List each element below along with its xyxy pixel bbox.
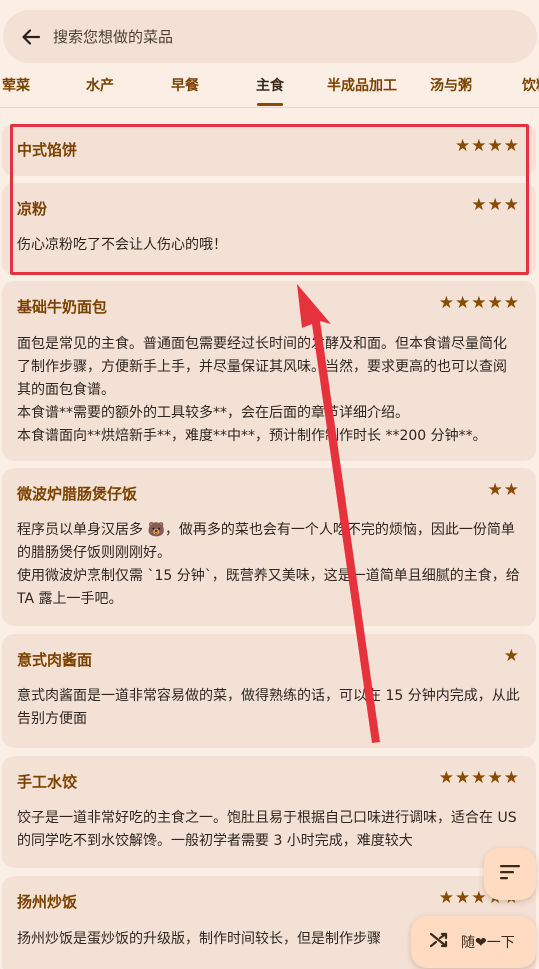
tab-drinks[interactable]: 饮料 bbox=[522, 64, 539, 107]
tab-indicator bbox=[257, 103, 283, 106]
recipe-description: 面包是常见的主食。普通面包需要经过长时间的发酵及和面。但本食谱尽量简化了制作步骤… bbox=[17, 336, 507, 444]
recipe-card[interactable]: 中式馅饼 ★★★★ bbox=[2, 124, 536, 176]
difficulty-stars: ★★★★ bbox=[455, 136, 520, 156]
recipe-title: 中式馅饼 bbox=[17, 141, 78, 159]
category-tabs: 荤菜 水产 早餐 主食 半成品加工 汤与粥 饮料 bbox=[0, 64, 539, 108]
difficulty-stars: ★★★★★ bbox=[438, 293, 520, 313]
shuffle-icon bbox=[429, 931, 449, 953]
recipe-title: 基础牛奶面包 bbox=[17, 298, 108, 316]
recipe-title: 扬州炒饭 bbox=[17, 893, 78, 911]
search-input[interactable]: 搜索您想做的菜品 bbox=[53, 26, 173, 47]
difficulty-stars: ★★★★★ bbox=[438, 768, 520, 788]
recipe-description: 程序员以单身汉居多 🐻，做再多的菜也会有一个人吃不完的烦恼，因此一份简单的腊肠煲… bbox=[17, 522, 520, 607]
recipe-card[interactable]: 基础牛奶面包 ★★★★★ 面包是常见的主食。普通面包需要经过长时间的发酵及和面。… bbox=[2, 281, 536, 461]
random-button[interactable]: 随❤一下 bbox=[411, 916, 536, 968]
tab-breakfast[interactable]: 早餐 bbox=[171, 64, 199, 107]
recipe-description: 意式肉酱面是一道非常容易做的菜，做得熟练的话，可以在 15 分钟内完成，从此告别… bbox=[17, 688, 520, 727]
recipe-title: 意式肉酱面 bbox=[17, 651, 93, 669]
arrow-left-icon[interactable] bbox=[21, 27, 41, 47]
recipe-title: 微波炉腊肠煲仔饭 bbox=[17, 485, 138, 503]
recipe-title: 手工水饺 bbox=[17, 773, 78, 791]
sort-button[interactable] bbox=[484, 848, 536, 900]
difficulty-stars: ★ bbox=[503, 646, 520, 666]
recipe-card[interactable]: 凉粉 ★★★ 伤心凉粉吃了不会让人伤心的哦！ bbox=[2, 183, 536, 275]
difficulty-stars: ★★ bbox=[487, 480, 520, 500]
tab-soup[interactable]: 汤与粥 bbox=[430, 64, 472, 107]
recipe-card[interactable]: 微波炉腊肠煲仔饭 ★★ 程序员以单身汉居多 🐻，做再多的菜也会有一个人吃不完的烦… bbox=[2, 468, 536, 626]
search-bar[interactable]: 搜索您想做的菜品 bbox=[3, 10, 537, 63]
random-button-label: 随❤一下 bbox=[461, 935, 515, 951]
tab-semi-finished[interactable]: 半成品加工 bbox=[327, 64, 397, 107]
tab-meat[interactable]: 荤菜 bbox=[2, 64, 30, 107]
recipe-card[interactable]: 意式肉酱面 ★ 意式肉酱面是一道非常容易做的菜，做得熟练的话，可以在 15 分钟… bbox=[2, 634, 536, 748]
difficulty-stars: ★★★ bbox=[471, 195, 520, 215]
recipe-card[interactable]: 手工水饺 ★★★★★ 饺子是一道非常好吃的主食之一。饱肚且易于根据自己口味进行调… bbox=[2, 756, 536, 868]
recipe-title: 凉粉 bbox=[17, 200, 48, 218]
tab-staple[interactable]: 主食 bbox=[256, 64, 284, 107]
tab-seafood[interactable]: 水产 bbox=[86, 64, 114, 107]
recipe-description: 饺子是一道非常好吃的主食之一。饱肚且易于根据自己口味进行调味，适合在 US 的同… bbox=[17, 810, 517, 849]
sort-icon bbox=[499, 864, 521, 884]
recipe-description: 伤心凉粉吃了不会让人伤心的哦！ bbox=[17, 237, 227, 253]
